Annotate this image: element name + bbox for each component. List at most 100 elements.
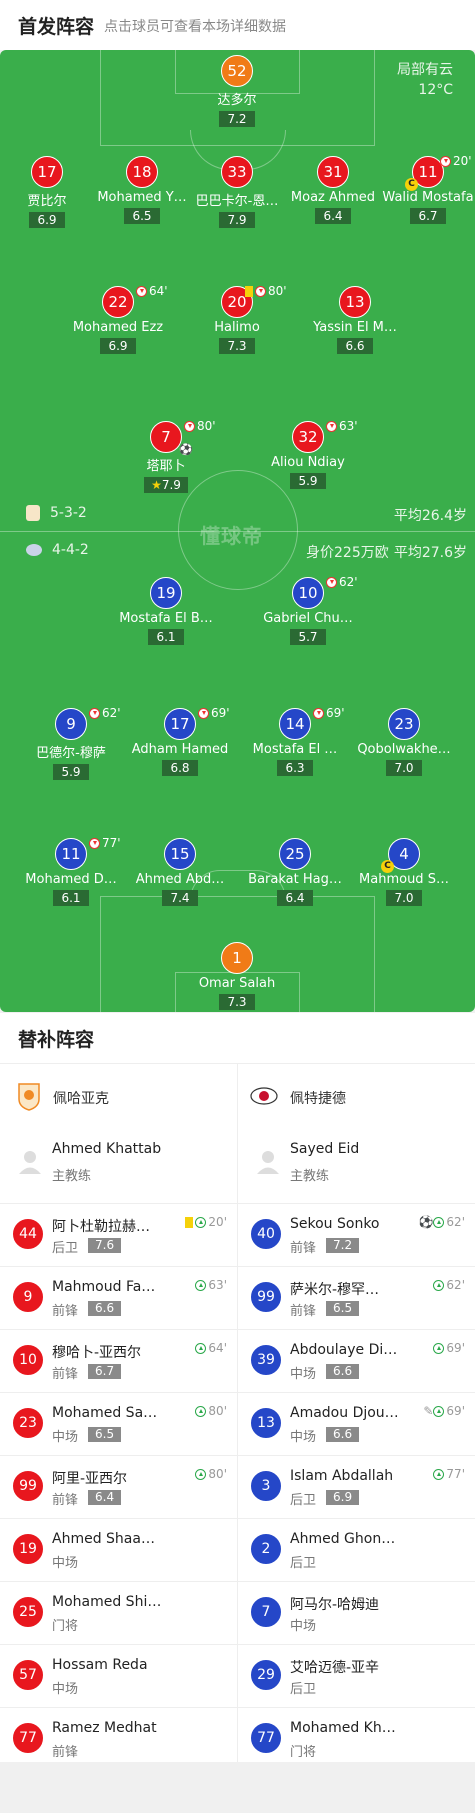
player-event: 20' — [440, 154, 472, 168]
player-away-mid4[interactable]: 23 Qobolwakhe… 7.0 — [344, 708, 464, 776]
player-rating: 6.4 — [277, 890, 313, 906]
player-home-fw2[interactable]: 32 63' Aliou Ndiay 5.9 — [248, 419, 368, 489]
sub-position: 中场 — [290, 1619, 317, 1634]
player-away-mid3[interactable]: 14 69' Mostafa El … 6.3 — [235, 706, 355, 776]
player-name: 塔耶卜 — [146, 459, 186, 474]
sub-row-home[interactable]: 19 Ahmed Shaa… 中场 — [0, 1518, 237, 1581]
pitch: 懂球帝 局部有云 12°C 52 达多尔 7.2 17 贾比尔 6.9 18 M… — [0, 50, 475, 1012]
sub-row-home[interactable]: 9 Mahmoud Fa… 前锋 6.6 63' — [0, 1266, 237, 1329]
player-away-def3[interactable]: 25 Barakat Hag… 6.4 — [235, 838, 355, 906]
sub-on-icon — [433, 1406, 445, 1417]
player-name: Mohamed Ezz — [72, 320, 164, 335]
sub-row-home[interactable]: 10 穆哈卜-亚西尔 前锋 6.7 64' — [0, 1329, 237, 1392]
sub-position: 门将 — [290, 1745, 317, 1760]
player-number: 25 — [279, 838, 311, 870]
player-away-fw2[interactable]: 10 62' Gabriel Chu… 5.7 — [248, 575, 368, 645]
sub-number: 99 — [250, 1281, 282, 1313]
player-name: Ahmed Abd… — [135, 872, 225, 887]
event-minute: 63' — [339, 419, 358, 433]
player-home-fw1[interactable]: 7 ⚽ 80' 塔耶卜 ★7.9 — [106, 419, 226, 493]
sub-row-away[interactable]: 3 Islam Abdallah 后卫 6.9 77' — [238, 1455, 475, 1518]
player-rating: 6.5 — [124, 208, 160, 224]
player-home-mid1[interactable]: 22 64' Mohamed Ezz 6.9 — [58, 284, 178, 354]
sub-row-away[interactable]: 13 Amadou Djou… 中场 6.6 ✎ 69' — [238, 1392, 475, 1455]
event-minute: 77' — [102, 836, 121, 850]
sub-position: 中场 — [52, 1682, 79, 1697]
player-away-gk[interactable]: 1 Omar Salah 7.3 — [177, 942, 297, 1010]
sub-off-icon — [440, 156, 451, 167]
sub-event: 80' — [195, 1467, 227, 1481]
player-away-mid1[interactable]: 9 62' 巴德尔-穆萨 5.9 — [11, 706, 131, 780]
player-number: 11 — [55, 838, 87, 870]
sub-name: Ramez Medhat — [52, 1720, 157, 1736]
sub-position: 前锋 — [290, 1304, 317, 1319]
player-home-def5[interactable]: 11 C 20' Walid Mostafa 6.7 — [368, 154, 475, 224]
event-minute: 62' — [339, 575, 358, 589]
sub-row-home[interactable]: 99 阿里-亚西尔 前锋 6.4 80' — [0, 1455, 237, 1518]
player-rating: 6.3 — [277, 760, 313, 776]
sub-event: ✎ 69' — [423, 1404, 465, 1418]
sub-name: Ahmed Ghon… — [290, 1531, 396, 1547]
goal-ball-icon: ⚽ — [418, 1215, 434, 1229]
sub-rating: 7.2 — [326, 1238, 360, 1253]
player-rating: 5.9 — [53, 764, 89, 780]
sub-row-away[interactable]: 77 Mohamed Kh… 门将 — [238, 1707, 475, 1770]
player-name: Gabriel Chu… — [263, 611, 353, 626]
player-away-fw1[interactable]: 19 Mostafa El B… 6.1 — [106, 577, 226, 645]
sub-row-away[interactable]: 29 艾哈迈德-亚辛 后卫 — [238, 1644, 475, 1707]
sub-row-home[interactable]: 25 Mohamed Shi… 门将 — [0, 1581, 237, 1644]
sub-name: Hossam Reda — [52, 1657, 148, 1673]
sub-row-home[interactable]: 57 Hossam Reda 中场 — [0, 1644, 237, 1707]
player-name: Mostafa El B… — [119, 611, 213, 626]
event-minute: 69' — [326, 706, 345, 720]
subs-title: 替补阵容 — [18, 1029, 95, 1051]
sub-row-away[interactable]: 2 Ahmed Ghon… 后卫 — [238, 1518, 475, 1581]
away-coach[interactable]: Sayed Eid 主教练 — [238, 1123, 475, 1203]
player-number: 31 — [317, 156, 349, 188]
sub-on-icon — [433, 1469, 445, 1480]
sub-off-icon — [326, 577, 337, 588]
sub-rating: 6.5 — [88, 1427, 122, 1442]
player-away-def1[interactable]: 11 77' Mohamed D… 6.1 — [11, 836, 131, 906]
sub-number: 7 — [250, 1596, 282, 1628]
sub-position: 中场 — [290, 1367, 317, 1382]
sub-off-icon — [255, 286, 266, 297]
event-minute: 80' — [197, 419, 216, 433]
sub-on-icon — [195, 1343, 207, 1354]
away-team-name: 佩特捷德 — [290, 1091, 346, 1107]
sub-row-away[interactable]: 7 阿马尔-哈姆迪 中场 — [238, 1581, 475, 1644]
sub-position: 后卫 — [290, 1556, 317, 1571]
player-away-def2[interactable]: 15 Ahmed Abd… 7.4 — [120, 838, 240, 906]
sub-row-home[interactable]: 23 Mohamed Sa… 中场 6.5 80' — [0, 1392, 237, 1455]
sub-name: Mahmoud Fa… — [52, 1279, 156, 1295]
player-name: Adham Hamed — [131, 742, 229, 757]
sub-off-icon — [198, 708, 209, 719]
sub-number: 3 — [250, 1470, 282, 1502]
captain-icon: C — [405, 178, 418, 191]
player-home-mid2[interactable]: 20 80' Halimo 7.3 — [177, 284, 297, 354]
player-home-gk[interactable]: 52 达多尔 7.2 — [177, 55, 297, 127]
sub-row-away[interactable]: 99 萨米尔-穆罕… 前锋 6.5 62' — [238, 1266, 475, 1329]
sub-row-away[interactable]: 40 Sekou Sonko 前锋 7.2 ⚽ 62' — [238, 1203, 475, 1266]
player-event: 69' — [313, 706, 345, 720]
player-number: 13 — [339, 286, 371, 318]
sub-row-home[interactable]: 44 阿卜杜勒拉赫… 后卫 7.6 20' — [0, 1203, 237, 1266]
captain-icon: C — [381, 860, 394, 873]
player-away-def4[interactable]: 4 C Mahmoud S… 7.0 — [344, 838, 464, 906]
player-rating: 6.9 — [29, 212, 65, 228]
sub-off-icon — [89, 708, 100, 719]
home-coach[interactable]: Ahmed Khattab 主教练 — [0, 1123, 237, 1203]
sub-number: 29 — [250, 1659, 282, 1691]
player-away-mid2[interactable]: 17 69' Adham Hamed 6.8 — [120, 706, 240, 776]
weather-info: 局部有云 12°C — [397, 60, 453, 100]
player-home-mid3[interactable]: 13 Yassin El M… 6.6 — [295, 286, 415, 354]
player-number: 17 — [164, 708, 196, 740]
event-minute: 80' — [268, 284, 287, 298]
sub-row-home[interactable]: 77 Ramez Medhat 前锋 — [0, 1707, 237, 1770]
weather-temp: 12°C — [418, 82, 453, 98]
sub-position: 后卫 — [52, 1241, 79, 1256]
player-rating: 6.9 — [100, 338, 136, 354]
sub-number: 57 — [12, 1659, 44, 1691]
event-minute: 80' — [208, 1404, 227, 1418]
sub-row-away[interactable]: 39 Abdoulaye Di… 中场 6.6 69' — [238, 1329, 475, 1392]
